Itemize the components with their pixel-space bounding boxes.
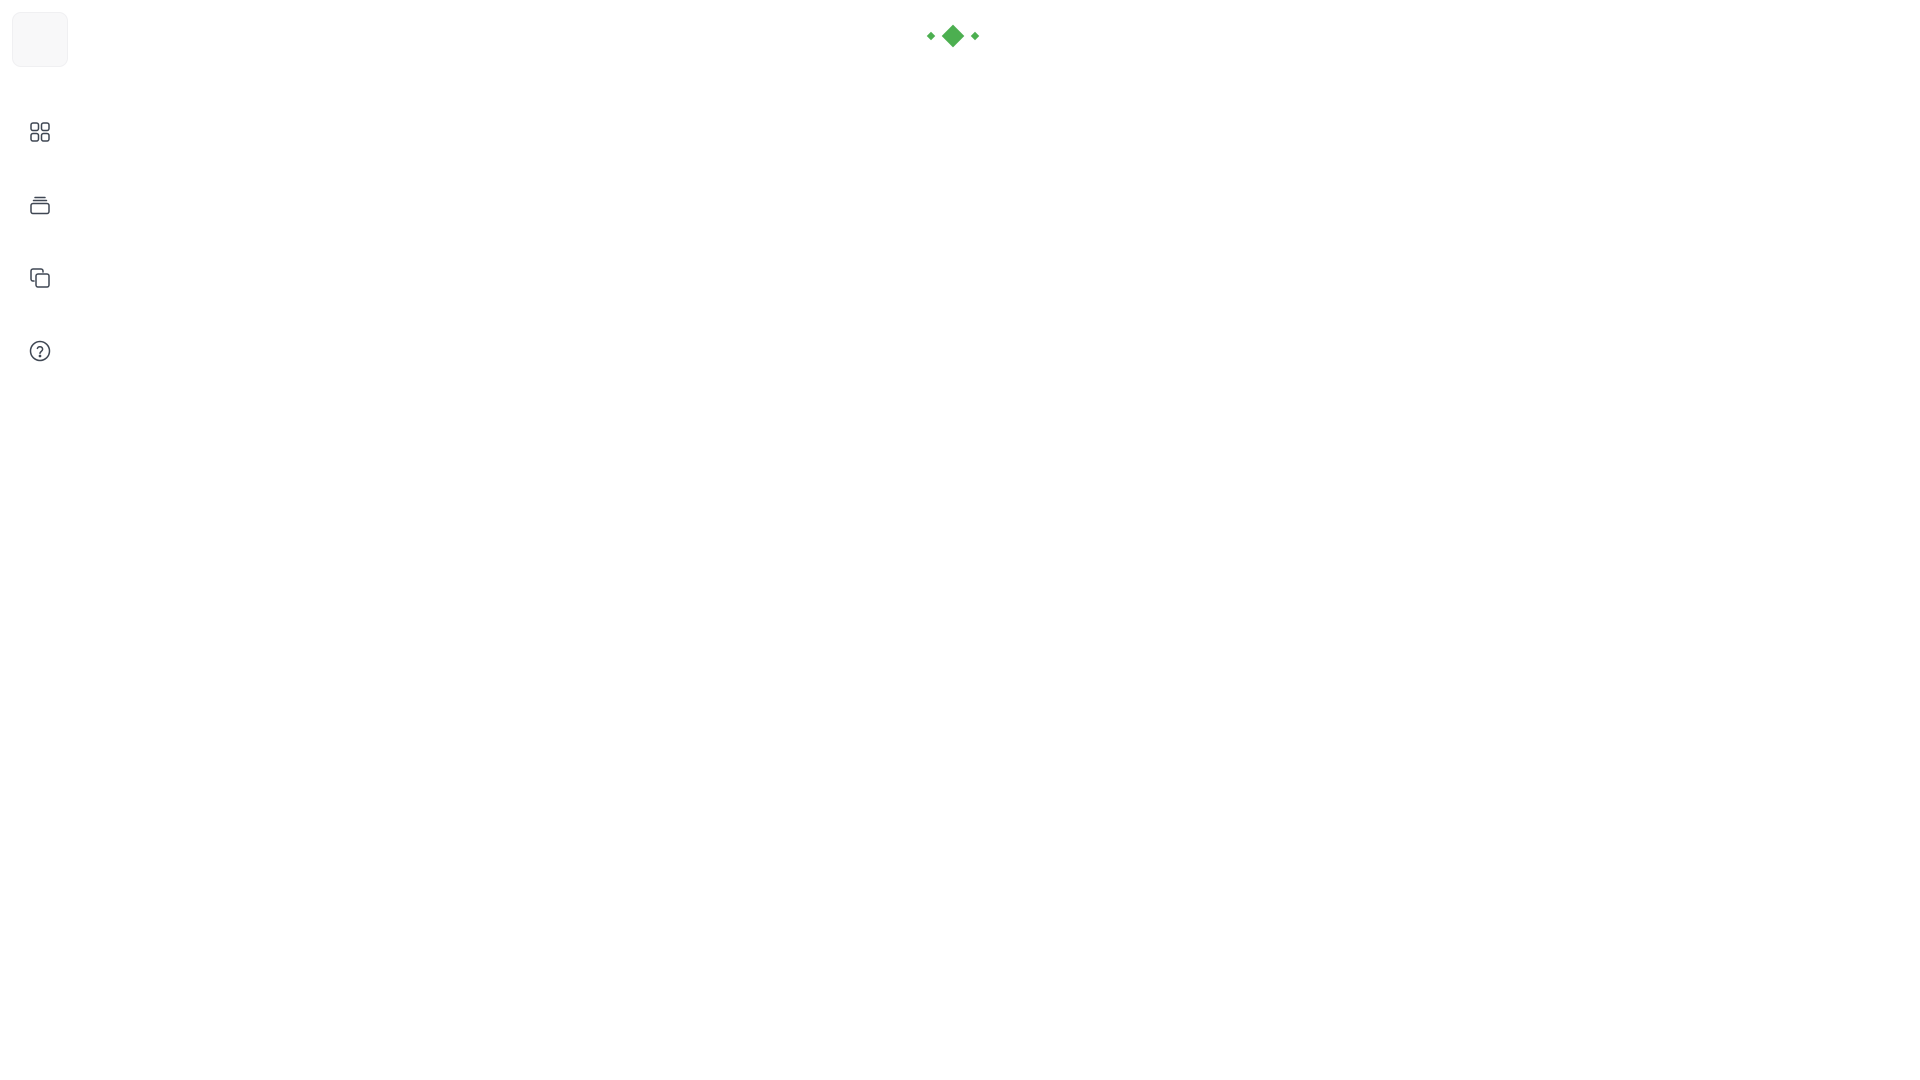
help-circle-icon [29,340,51,362]
archive-stack-icon [30,196,50,215]
copy-icon [30,268,50,288]
sidebar-item-inventory[interactable] [20,185,60,225]
diamond-loader-icon [926,24,980,48]
app-root [0,0,1920,1080]
sidebar-item-help[interactable] [20,331,60,371]
grid-icon [30,122,50,142]
menu-toggle-button[interactable] [12,12,68,67]
loading-indicator [920,20,986,54]
sidebar-item-copies[interactable] [20,258,60,298]
sidebar-item-dashboard[interactable] [20,112,60,152]
sidebar [0,0,80,1080]
